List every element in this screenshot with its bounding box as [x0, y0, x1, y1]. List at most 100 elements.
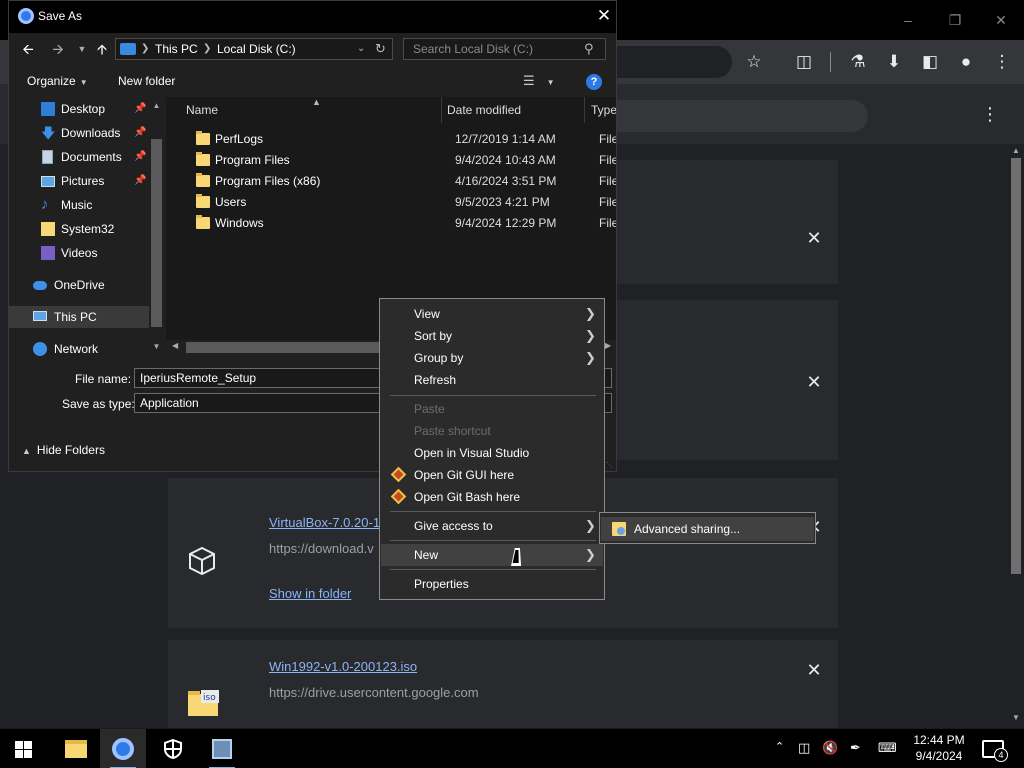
- forward-arrow-icon[interactable]: 🡪: [48, 39, 68, 59]
- column-divider[interactable]: [584, 97, 585, 123]
- menu-item-give-access-to[interactable]: Give access to ❯: [381, 515, 603, 537]
- menu-item-properties[interactable]: Properties: [381, 573, 603, 595]
- search-icon[interactable]: ⚲: [584, 41, 594, 57]
- menu-item-advanced-sharing[interactable]: Advanced sharing...: [601, 517, 814, 541]
- recent-locations-chevron-icon[interactable]: ▼: [72, 39, 92, 59]
- downloads-more-icon[interactable]: ⋮: [980, 104, 1000, 128]
- nav-item-this-pc[interactable]: This PC: [9, 306, 149, 328]
- nav-scroll-thumb[interactable]: [151, 139, 162, 327]
- volume-muted-icon[interactable]: 🔇: [822, 740, 838, 756]
- pin-icon[interactable]: 📌: [134, 151, 146, 162]
- address-bar[interactable]: [612, 46, 732, 78]
- start-button[interactable]: [0, 729, 46, 768]
- hide-folders-button[interactable]: ▲ Hide Folders: [22, 443, 105, 457]
- menu-item-refresh[interactable]: Refresh: [381, 369, 603, 391]
- download-icon[interactable]: ⬇: [882, 50, 906, 74]
- refresh-icon[interactable]: ↻: [375, 41, 386, 57]
- resize-grip-icon[interactable]: ⋱: [606, 461, 614, 469]
- remove-download-icon[interactable]: ✕: [804, 372, 824, 392]
- pen-icon[interactable]: ✒: [850, 740, 861, 756]
- menu-item-open-git-bash[interactable]: Open Git Bash here: [381, 486, 603, 508]
- menu-item-new[interactable]: New ❯: [381, 544, 603, 566]
- up-arrow-icon[interactable]: 🡩: [92, 39, 112, 59]
- restore-icon[interactable]: ❐: [940, 8, 970, 32]
- nav-item-desktop[interactable]: Desktop 📌: [9, 98, 149, 120]
- taskbar-chrome[interactable]: [100, 729, 146, 768]
- menu-item-open-git-gui[interactable]: Open Git GUI here: [381, 464, 603, 486]
- labs-flask-icon[interactable]: ⚗: [846, 50, 870, 74]
- download-file-link[interactable]: Win1992-v1.0-200123.iso: [269, 659, 417, 674]
- nav-item-documents[interactable]: Documents 📌: [9, 146, 149, 168]
- address-breadcrumb[interactable]: ❯ This PC ❯ Local Disk (C:) ⌄ ↻: [115, 38, 393, 60]
- show-hidden-icons-icon[interactable]: ⌃: [775, 740, 784, 753]
- breadcrumb-local-disk[interactable]: Local Disk (C:): [217, 42, 296, 56]
- nav-item-downloads[interactable]: 🡇 Downloads 📌: [9, 122, 149, 144]
- desktop-icon: [41, 102, 55, 116]
- pin-icon[interactable]: 📌: [134, 103, 146, 114]
- scroll-up-icon[interactable]: ▲: [1010, 146, 1022, 158]
- system-clock[interactable]: 12:44 PM 9/4/2024: [905, 732, 973, 764]
- show-in-folder-link[interactable]: Show in folder: [269, 586, 351, 601]
- file-row[interactable]: Users 9/5/2023 4:21 PM File fo: [166, 192, 616, 213]
- close-window-icon[interactable]: ✕: [986, 8, 1016, 32]
- bookmark-star-icon[interactable]: ☆: [742, 50, 766, 74]
- nav-item-network[interactable]: Network: [9, 338, 149, 357]
- menu-item-sort-by[interactable]: Sort by ❯: [381, 325, 603, 347]
- nav-item-pictures[interactable]: Pictures 📌: [9, 170, 149, 192]
- page-scroll-thumb[interactable]: [1011, 158, 1021, 574]
- breadcrumb-chevron-icon[interactable]: ❯: [203, 43, 211, 54]
- search-input[interactable]: Search Local Disk (C:) ⚲: [403, 38, 606, 60]
- file-row[interactable]: Windows 9/4/2024 12:29 PM File fo: [166, 213, 616, 234]
- column-header-name[interactable]: Name: [186, 103, 218, 117]
- nav-pane-scrollbar[interactable]: ▲ ▼: [149, 97, 164, 357]
- installer-icon: [212, 739, 232, 759]
- scroll-right-icon[interactable]: ▶: [605, 341, 611, 350]
- help-icon[interactable]: ?: [586, 74, 602, 90]
- breadcrumb-chevron-icon[interactable]: ❯: [141, 43, 149, 54]
- scroll-down-icon[interactable]: ▼: [151, 342, 162, 351]
- file-row[interactable]: Program Files 9/4/2024 10:43 AM File fo: [166, 150, 616, 171]
- new-folder-button[interactable]: New folder: [118, 74, 175, 88]
- notification-center-icon[interactable]: 4: [982, 740, 1008, 762]
- nav-item-music[interactable]: ♪ Music: [9, 194, 149, 216]
- nav-item-system32[interactable]: System32: [9, 218, 149, 240]
- file-row[interactable]: Program Files (x86) 4/16/2024 3:51 PM Fi…: [166, 171, 616, 192]
- browser-menu-icon[interactable]: ⋮: [990, 50, 1014, 74]
- remove-download-icon[interactable]: ✕: [804, 660, 824, 680]
- breadcrumb-this-pc[interactable]: This PC: [155, 42, 198, 56]
- pin-icon[interactable]: 📌: [134, 175, 146, 186]
- menu-item-open-in-visual-studio[interactable]: Open in Visual Studio: [381, 442, 603, 464]
- column-divider[interactable]: [441, 97, 442, 123]
- column-header-date[interactable]: Date modified: [447, 103, 521, 117]
- nav-item-onedrive[interactable]: OneDrive: [9, 274, 149, 296]
- column-header-type[interactable]: Type: [591, 103, 616, 117]
- minimize-icon[interactable]: –: [893, 8, 923, 32]
- keyboard-icon[interactable]: ⌨: [878, 740, 897, 756]
- downloads-search-field[interactable]: [612, 100, 868, 132]
- hscroll-thumb[interactable]: [186, 342, 386, 353]
- taskbar-file-explorer[interactable]: [52, 729, 98, 768]
- shield-icon: [164, 739, 182, 759]
- menu-item-view[interactable]: View ❯: [381, 303, 603, 325]
- network-icon[interactable]: ◫: [798, 740, 810, 756]
- scroll-left-icon[interactable]: ◀: [172, 341, 178, 350]
- organize-button[interactable]: Organize ▼: [27, 74, 88, 88]
- dialog-close-icon[interactable]: ✕: [592, 5, 616, 29]
- pin-icon[interactable]: 📌: [134, 127, 146, 138]
- extensions-icon[interactable]: ◫: [792, 50, 816, 74]
- taskbar-security[interactable]: [150, 729, 196, 768]
- scroll-up-icon[interactable]: ▲: [151, 101, 162, 110]
- nav-item-videos[interactable]: Videos: [9, 242, 149, 264]
- file-row[interactable]: PerfLogs 12/7/2019 1:14 AM File fo: [166, 129, 616, 150]
- taskbar-installer[interactable]: [199, 729, 245, 768]
- remove-download-icon[interactable]: ✕: [804, 228, 824, 248]
- nav-item-label: Music: [61, 198, 93, 212]
- change-view-button[interactable]: ☰ ▼: [523, 73, 559, 91]
- menu-item-group-by[interactable]: Group by ❯: [381, 347, 603, 369]
- download-file-link[interactable]: VirtualBox-7.0.20-1: [269, 515, 380, 530]
- back-arrow-icon[interactable]: 🡨: [18, 39, 38, 59]
- address-dropdown-icon[interactable]: ⌄: [357, 43, 365, 54]
- scroll-down-icon[interactable]: ▼: [1010, 713, 1022, 725]
- profile-icon[interactable]: ●: [954, 50, 978, 74]
- side-panel-icon[interactable]: ◧: [918, 50, 942, 74]
